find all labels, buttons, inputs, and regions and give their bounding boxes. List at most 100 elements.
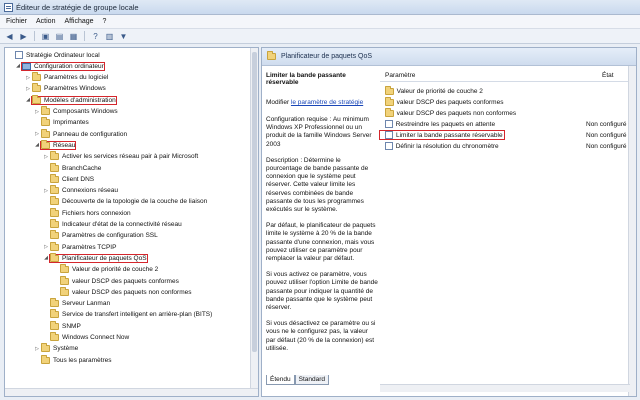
folder-icon — [41, 354, 50, 364]
tree-node[interactable]: ▷ Paramètres TCPIP — [43, 241, 116, 252]
expand-arrow-icon[interactable]: ▷ — [25, 86, 31, 92]
tree-node-label: Composants Windows — [53, 108, 118, 115]
tree-node[interactable]: Fichiers hors connexion — [43, 207, 131, 218]
tree-node[interactable]: ▷ Connexions réseau — [43, 185, 119, 196]
collapse-arrow-icon[interactable]: ◢ — [43, 255, 49, 261]
tree-node[interactable]: SNMP — [43, 320, 81, 331]
tree-node-label: Connexions réseau — [62, 187, 119, 195]
gpedit-app-icon — [4, 2, 13, 12]
tree-node[interactable]: ▷ Panneau de configuration — [34, 128, 128, 139]
tree-node-label: Serveur Lanman — [62, 300, 111, 308]
tree-node-label: BranchCache — [62, 164, 102, 172]
tree-node[interactable]: Découverte de la topologie de la couche … — [43, 196, 207, 207]
computer-icon — [22, 62, 31, 70]
menu-bar: Fichier Action Affichage ? — [0, 15, 640, 29]
expand-arrow-icon[interactable]: ▷ — [34, 131, 40, 137]
tree-node-label: Activer les services réseau pair à pair … — [62, 153, 199, 161]
edit-policy-link[interactable]: le paramètre de stratégie — [291, 99, 363, 106]
table-row[interactable]: Définir la résolution du chronomètre Non … — [380, 141, 636, 151]
collapse-arrow-icon[interactable]: ◢ — [34, 142, 40, 148]
tree-node[interactable]: Serveur Lanman — [43, 298, 111, 309]
tree-vertical-scrollbar[interactable] — [250, 48, 258, 390]
up-folder-icon[interactable]: ▣ — [40, 31, 51, 42]
column-parametre[interactable]: Paramètre — [380, 72, 602, 79]
tree-node[interactable]: valeur DSCP des paquets non conformes — [53, 286, 192, 297]
tree-node[interactable]: ▷ Paramètres du logiciel — [25, 72, 108, 83]
toolbar: ◀ ▶ ▣ ▤ ▦ ? ▥ ▼ — [0, 29, 640, 44]
setting-state: Non configuré — [586, 120, 627, 128]
menu-help[interactable]: ? — [103, 18, 107, 25]
properties-icon[interactable]: ▥ — [104, 31, 115, 42]
tree-node[interactable]: Windows Connect Now — [43, 332, 130, 343]
export-icon[interactable]: ▦ — [68, 31, 79, 42]
details-horizontal-scrollbar[interactable] — [380, 384, 630, 392]
back-icon[interactable]: ◀ — [4, 31, 15, 42]
tree-node[interactable]: ▷ Activer les services réseau pair à pair… — [43, 151, 199, 162]
folder-icon — [32, 94, 41, 104]
folder-icon — [41, 106, 50, 115]
tree-node-label: Windows Connect Now — [62, 334, 130, 341]
table-row[interactable]: valeur DSCP des paquets non conformes — [380, 107, 636, 118]
menu-affichage[interactable]: Affichage — [64, 18, 93, 25]
tree-node[interactable]: Tous les paramètres — [34, 354, 112, 365]
tree-node[interactable]: Indicateur d'état de la connectivité rés… — [43, 219, 182, 230]
filter-icon[interactable]: ▼ — [118, 31, 129, 42]
tree-node-label: Panneau de configuration — [53, 130, 128, 138]
description-paragraph: Configuration requise : Au minimum Windo… — [266, 116, 372, 148]
details-header-title: Planificateur de paquets QoS — [281, 53, 373, 60]
setting-state: Non configuré — [586, 131, 627, 139]
table-row[interactable]: valeur DSCP des paquets conformes — [380, 96, 636, 107]
policy-setting-icon — [385, 131, 393, 139]
tree-node-label: Modèles d'administration — [44, 96, 116, 104]
expand-arrow-icon[interactable]: ▷ — [43, 244, 49, 250]
tree-horizontal-scrollbar[interactable] — [5, 388, 258, 396]
folder-icon — [50, 207, 59, 217]
tab-standard[interactable]: Standard — [294, 375, 329, 385]
table-row[interactable]: Limiter la bande passante réservable Non … — [379, 130, 636, 140]
tree-node[interactable]: Imprimantes — [34, 117, 89, 128]
tree-node[interactable]: ◢ Réseau — [34, 139, 77, 150]
tree-node[interactable]: Client DNS — [43, 173, 94, 184]
table-row[interactable]: Valeur de priorité de couche 2 — [380, 85, 636, 96]
tree-node[interactable]: BranchCache — [43, 162, 102, 173]
menu-action[interactable]: Action — [36, 18, 55, 25]
expand-arrow-icon[interactable]: ▷ — [34, 109, 40, 115]
tree-node[interactable]: ◢ Configuration ordinateur — [15, 61, 105, 71]
folder-icon — [60, 286, 69, 296]
folder-icon — [32, 83, 41, 93]
tree-node[interactable]: Valeur de priorité de couche 2 — [53, 264, 158, 275]
collapse-arrow-icon[interactable]: ◢ — [15, 63, 21, 69]
tree-node[interactable]: valeur DSCP des paquets conformes — [53, 275, 179, 286]
setting-state: Non configuré — [586, 142, 627, 150]
tab-etendu[interactable]: Étendu — [266, 375, 295, 385]
expand-arrow-icon[interactable]: ▷ — [43, 154, 49, 160]
tree-node[interactable]: ▷ Composants Windows — [34, 106, 118, 117]
folder-icon — [385, 107, 394, 117]
tree-node[interactable]: ◢ Planificateur de paquets QoS — [43, 252, 148, 263]
tree-node-label: valeur DSCP des paquets non conformes — [72, 288, 192, 296]
folder-icon — [60, 275, 69, 285]
expand-arrow-icon[interactable]: ▷ — [43, 188, 49, 194]
folder-icon — [50, 185, 59, 195]
collapse-arrow-icon[interactable]: ◢ — [25, 97, 31, 103]
expand-arrow-icon[interactable]: ▷ — [34, 346, 40, 352]
tree-node[interactable]: Stratégie Ordinateur local — [8, 50, 100, 60]
tree-node[interactable]: Paramètres de configuration SSL — [43, 230, 158, 241]
table-row[interactable]: Restreindre les paquets en attente Non co… — [380, 119, 636, 129]
tree-node[interactable]: Service de transfert intelligent en arri… — [43, 309, 213, 320]
folder-icon — [50, 332, 59, 341]
setting-name: Définir la résolution du chronomètre — [395, 142, 499, 150]
tree-node[interactable]: ▷ Paramètres Windows — [25, 83, 106, 94]
tree-node[interactable]: ▷ Système — [34, 343, 79, 354]
details-vertical-scrollbar[interactable] — [628, 66, 636, 396]
tree-node-label: Indicateur d'état de la connectivité rés… — [62, 221, 182, 228]
menu-fichier[interactable]: Fichier — [6, 18, 27, 25]
help-icon[interactable]: ? — [90, 31, 101, 42]
scroll-thumb[interactable] — [252, 52, 257, 352]
tree-node[interactable]: ◢ Modèles d'administration — [25, 94, 117, 105]
show-hide-tree-icon[interactable]: ▤ — [54, 31, 65, 42]
tree-node-label: Service de transfert intelligent en arri… — [62, 311, 213, 319]
forward-icon[interactable]: ▶ — [18, 31, 29, 42]
expand-arrow-icon[interactable]: ▷ — [25, 75, 31, 81]
tree-node-label: Système — [53, 345, 79, 353]
